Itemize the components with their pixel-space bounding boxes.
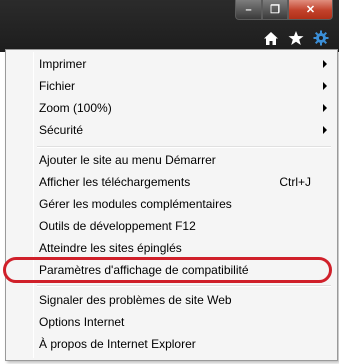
browser-titlebar: – ❐ ✕ <box>0 0 339 52</box>
menu-item-compatibility-view-settings[interactable]: Paramètres d'affichage de compatibilité <box>9 259 333 281</box>
menu-item-zoom[interactable]: Zoom (100%) <box>9 97 333 119</box>
restore-icon: ❐ <box>270 4 280 16</box>
menu-item-security[interactable]: Sécurité <box>9 119 333 141</box>
menu-item-label: Sécurité <box>39 123 84 137</box>
favorites-star-icon[interactable] <box>288 30 304 46</box>
submenu-arrow-icon <box>323 60 327 68</box>
menu-item-label: À propos de Internet Explorer <box>39 337 196 351</box>
menu-item-print[interactable]: Imprimer <box>9 53 333 75</box>
menu-item-label: Outils de développement F12 <box>39 219 196 233</box>
menu-item-label: Paramètres d'affichage de compatibilité <box>39 263 249 277</box>
submenu-arrow-icon <box>323 82 327 90</box>
menu-separator <box>37 285 331 287</box>
menu-item-label: Atteindre les sites épinglés <box>39 241 182 255</box>
menu-item-label: Imprimer <box>39 57 87 71</box>
menu-item-about-internet-explorer[interactable]: À propos de Internet Explorer <box>9 333 333 355</box>
menu-item-manage-addons[interactable]: Gérer les modules complémentaires <box>9 193 333 215</box>
menu-item-internet-options[interactable]: Options Internet <box>9 311 333 333</box>
menu-item-label: Options Internet <box>39 315 125 329</box>
command-toolbar <box>263 30 329 46</box>
menu-item-label: Signaler des problèmes de site Web <box>39 293 232 307</box>
window-caption-buttons: – ❐ ✕ <box>235 0 333 20</box>
menu-item-add-site-to-start[interactable]: Ajouter le site au menu Démarrer <box>9 149 333 171</box>
menu-item-label: Ajouter le site au menu Démarrer <box>39 153 216 167</box>
menu-item-label: Gérer les modules complémentaires <box>39 197 232 211</box>
menu-item-file[interactable]: Fichier <box>9 75 333 97</box>
menu-item-label: Zoom (100%) <box>39 101 112 115</box>
menu-item-f12-developer-tools[interactable]: Outils de développement F12 <box>9 215 333 237</box>
menu-item-label: Afficher les téléchargements <box>39 175 191 189</box>
submenu-arrow-icon <box>323 104 327 112</box>
close-icon: ✕ <box>305 4 316 16</box>
tools-gear-icon[interactable] <box>313 30 329 46</box>
minimize-button[interactable]: – <box>235 0 262 20</box>
menu-separator <box>37 146 331 148</box>
restore-button[interactable]: ❐ <box>262 0 288 20</box>
menu-item-label: Fichier <box>39 79 76 93</box>
menu-item-pinned-sites[interactable]: Atteindre les sites épinglés <box>9 237 333 259</box>
home-icon[interactable] <box>263 30 279 46</box>
close-button[interactable]: ✕ <box>288 0 333 20</box>
minimize-icon: – <box>245 3 252 16</box>
tools-menu: Imprimer Fichier Zoom (100%) Sécurité Aj… <box>5 49 338 361</box>
menu-item-shortcut: Ctrl+J <box>279 175 311 189</box>
submenu-arrow-icon <box>323 126 327 134</box>
menu-item-report-website-problems[interactable]: Signaler des problèmes de site Web <box>9 289 333 311</box>
menu-item-view-downloads[interactable]: Afficher les téléchargements Ctrl+J <box>9 171 333 193</box>
